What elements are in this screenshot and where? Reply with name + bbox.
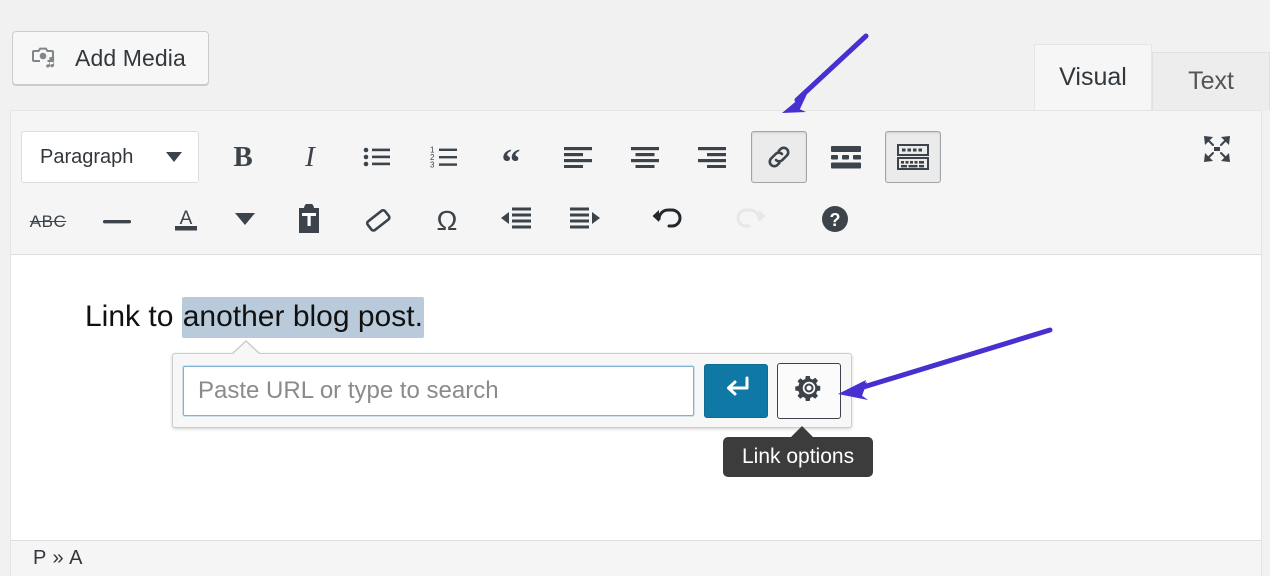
align-right-button[interactable] (684, 131, 740, 183)
editor-top-bar: Add Media Visual Text (0, 0, 1270, 110)
redo-icon (736, 206, 766, 237)
strikethrough-button[interactable]: ABC (23, 198, 73, 244)
text-color-icon: A (171, 204, 201, 239)
gear-icon (794, 373, 824, 408)
bulleted-list-icon (363, 145, 391, 169)
align-left-button[interactable] (550, 131, 606, 183)
format-toolbar-row-2: ABC A Ω ? (11, 193, 1270, 249)
italic-button[interactable]: I (282, 131, 338, 183)
paste-as-text-icon (296, 202, 322, 239)
tab-visual-label: Visual (1059, 63, 1127, 91)
help-question-icon: ? (820, 204, 850, 239)
element-path-breadcrumb[interactable]: P » A (33, 547, 83, 570)
editor-mode-tabs: Visual Text (1034, 44, 1270, 110)
bulleted-list-button[interactable] (349, 131, 405, 183)
tab-visual[interactable]: Visual (1034, 44, 1152, 110)
paragraph-prefix-text: Link to (85, 300, 182, 333)
blockquote-icon: “ (501, 141, 521, 184)
tab-text-label: Text (1188, 67, 1234, 95)
paste-as-text-button[interactable] (284, 198, 334, 244)
content-paragraph[interactable]: Link to another blog post. (85, 297, 424, 338)
read-more-button[interactable] (818, 131, 874, 183)
link-url-input[interactable] (183, 365, 694, 416)
camera-music-icon (31, 44, 61, 72)
selected-text: another blog post. (181, 297, 424, 338)
link-icon (764, 142, 794, 172)
horizontal-rule-icon (103, 212, 131, 230)
text-color-button[interactable]: A (161, 198, 211, 244)
chevron-down-icon (166, 152, 182, 162)
eraser-icon (364, 205, 392, 238)
numbered-list-icon: 1 2 3 (430, 145, 458, 169)
decrease-indent-button[interactable] (491, 198, 541, 244)
format-toolbar-row-1: Paragraph B I 1 2 3 “ (11, 123, 1270, 191)
keyboard-toolbar-icon (897, 144, 929, 170)
distraction-free-button[interactable] (1191, 125, 1243, 177)
editor-container: Paragraph B I 1 2 3 “ ABC A Ω ? Link to … (10, 110, 1262, 576)
redo-button[interactable] (726, 198, 776, 244)
inline-link-popup (172, 340, 852, 428)
special-character-button[interactable]: Ω (422, 198, 472, 244)
keyboard-shortcuts-button[interactable]: ? (810, 198, 860, 244)
return-arrow-icon (721, 375, 751, 406)
align-center-button[interactable] (617, 131, 673, 183)
read-more-icon (831, 145, 861, 169)
tab-text[interactable]: Text (1152, 52, 1270, 110)
increase-indent-button[interactable] (560, 198, 610, 244)
svg-text:3: 3 (430, 161, 435, 170)
numbered-list-button[interactable]: 1 2 3 (416, 131, 472, 183)
align-center-icon (631, 146, 659, 168)
strikethrough-icon: ABC (29, 211, 67, 231)
italic-icon: I (305, 140, 315, 173)
bold-icon: B (233, 140, 253, 173)
align-right-icon (698, 146, 726, 168)
tooltip-label: Link options (742, 445, 855, 468)
horizontal-line-button[interactable] (92, 198, 142, 244)
align-left-icon (564, 146, 592, 168)
svg-text:A: A (180, 208, 193, 229)
clear-formatting-button[interactable] (353, 198, 403, 244)
omega-icon: Ω (436, 205, 458, 236)
text-color-dropdown-button[interactable] (230, 198, 260, 244)
svg-text:?: ? (830, 210, 841, 230)
block-format-select[interactable]: Paragraph (21, 131, 199, 183)
link-options-tooltip: Link options (723, 426, 874, 477)
undo-icon (652, 206, 682, 237)
editor-status-bar: P » A (11, 540, 1261, 576)
format-toolbar: Paragraph B I 1 2 3 “ ABC A Ω ? (11, 111, 1261, 255)
undo-button[interactable] (642, 198, 692, 244)
outdent-icon (501, 207, 531, 236)
toolbar-toggle-button[interactable] (885, 131, 941, 183)
popup-caret (232, 342, 260, 355)
distraction-free-fullscreen-icon (1200, 132, 1234, 171)
blockquote-button[interactable]: “ (483, 131, 539, 183)
block-format-value: Paragraph (40, 145, 134, 168)
add-media-button[interactable]: Add Media (12, 31, 209, 85)
bold-button[interactable]: B (215, 131, 271, 183)
apply-link-button[interactable] (704, 363, 768, 418)
link-options-gear-button[interactable] (777, 362, 841, 419)
chevron-down-icon (235, 212, 255, 231)
indent-icon (570, 207, 600, 236)
insert-link-button[interactable] (751, 131, 807, 183)
add-media-label: Add Media (75, 44, 186, 71)
wordpress-classic-editor-screen: Add Media Visual Text Paragraph B I 1 2 … (0, 0, 1270, 576)
